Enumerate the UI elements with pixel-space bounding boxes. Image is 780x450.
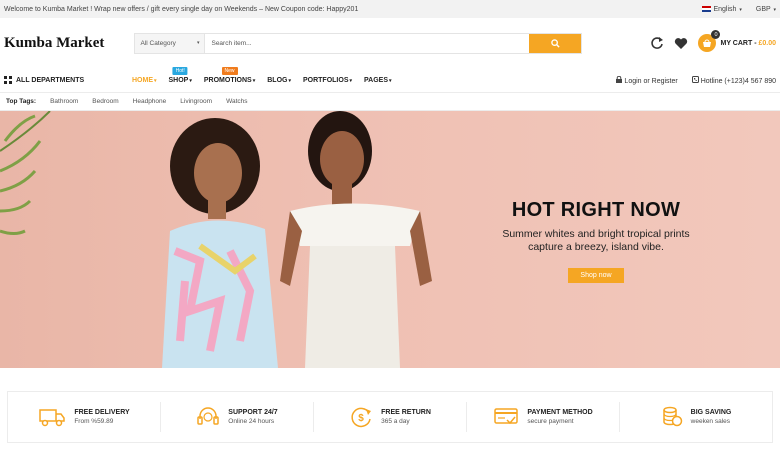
tag-link[interactable]: Watchs (226, 98, 247, 105)
nav-item-shop[interactable]: Hot! SHOP▾ (169, 66, 192, 84)
top-tags-bar: Top Tags: Bathroom Bedroom Headphone Liv… (0, 92, 780, 111)
main-nav: ALL DEPARTMENTS HOME▾ Hot! SHOP▾ New PROMO… (0, 66, 780, 92)
headset-icon (197, 407, 220, 425)
feature-free-return: $ FREE RETURN 365 a day (314, 402, 467, 432)
top-tags-label: Top Tags: (6, 98, 37, 105)
feature-support: SUPPORT 24/7 Online 24 hours (161, 402, 314, 432)
search-category-select[interactable]: All Category ▾ (135, 33, 206, 53)
feature-payment: PAYMENT METHOD secure payment (467, 402, 620, 432)
welcome-message: Welcome to Kumba Market ! Wrap new offer… (4, 5, 359, 13)
lock-icon (616, 75, 623, 83)
cart-count-badge: 0 (711, 30, 721, 39)
logo[interactable]: Kumba Market (4, 35, 130, 52)
header: Kumba Market All Category▾ 0 MY CART - £… (0, 18, 780, 68)
payment-icon (494, 408, 519, 425)
search-input[interactable] (205, 33, 530, 53)
all-departments-label: ALL DEPARTMENTS (16, 76, 85, 84)
shop-now-button[interactable]: Shop now (568, 268, 624, 283)
model-left-image (162, 118, 278, 368)
cart-price: £0.00 (758, 39, 776, 47)
uk-flag-icon (702, 5, 712, 12)
login-register-link[interactable]: Login or Register (616, 75, 678, 85)
cart-icon: 0 (698, 30, 721, 52)
feature-big-saving: BIG SAVING weeken sales (620, 402, 772, 432)
top-bar: Welcome to Kumba Market ! Wrap new offer… (0, 0, 780, 18)
search-bar: All Category ▾ (134, 32, 583, 54)
palm-leaf-decoration (0, 111, 51, 235)
hero-content: HOT RIGHT NOW Summer whites and bright t… (496, 199, 696, 283)
tag-link[interactable]: Livingroom (180, 98, 212, 105)
coins-icon (662, 406, 682, 427)
model-right-image (280, 111, 432, 368)
nav-item-blog[interactable]: BLOG▾ (267, 77, 291, 84)
features-bar: FREE DELIVERY From %59.89 SUPPORT 24/7 Onl… (7, 391, 773, 443)
nav-item-pages[interactable]: PAGES▾ (364, 77, 392, 84)
return-icon: $ (351, 407, 372, 428)
all-departments-button[interactable]: ALL DEPARTMENTS (4, 76, 132, 84)
hero-title: HOT RIGHT NOW (511, 199, 681, 221)
svg-text:$: $ (358, 413, 364, 424)
cart-button[interactable]: 0 MY CART - £0.00 (698, 30, 776, 52)
hero-banner: HOT RIGHT NOW Summer whites and bright t… (0, 111, 780, 368)
nav-item-promotions[interactable]: New PROMOTIONS▾ (204, 66, 255, 84)
hot-badge: Hot! (172, 66, 188, 75)
grid-menu-icon (4, 76, 12, 84)
search-icon (551, 38, 560, 48)
tag-link[interactable]: Bedroom (92, 98, 118, 105)
hero-subtitle: Summer whites and bright tropical prints… (502, 228, 690, 253)
nav-item-portfolios[interactable]: PORTFOLIOS▾ (303, 77, 352, 84)
language-selector[interactable]: English ▾ (702, 5, 742, 13)
hotline: Hotline (+123)4 567 890 (691, 75, 776, 85)
refresh-icon[interactable] (650, 36, 664, 50)
cart-label: MY CART - (720, 39, 759, 47)
new-badge: New (221, 66, 238, 75)
nav-item-home[interactable]: HOME▾ (132, 77, 157, 84)
phone-icon (691, 75, 699, 83)
feature-free-delivery: FREE DELIVERY From %59.89 (8, 402, 161, 432)
heart-icon[interactable] (674, 37, 688, 50)
search-button[interactable] (529, 33, 582, 53)
tag-link[interactable]: Headphone (133, 98, 167, 105)
tag-link[interactable]: Bathroom (50, 98, 78, 105)
currency-selector[interactable]: GBP ▾ (756, 6, 776, 13)
truck-icon (39, 409, 66, 427)
